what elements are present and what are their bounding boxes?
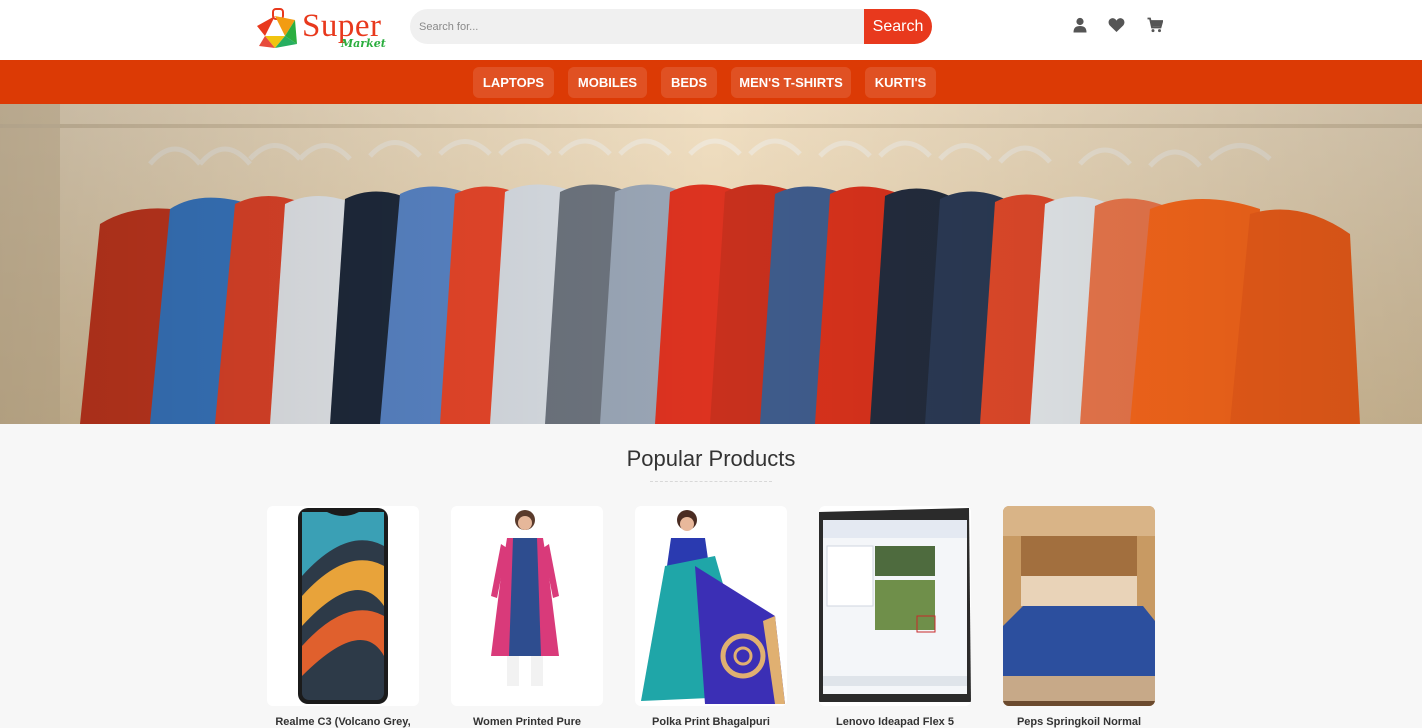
product-title-kurti[interactable]: Women Printed Pure [447, 716, 607, 728]
logo-subtext: Market [341, 37, 386, 50]
logo[interactable]: Super Market [255, 6, 390, 54]
user-icon[interactable] [1073, 17, 1089, 33]
laptop-image [819, 508, 971, 702]
product-title-saree[interactable]: Polka Print Bhagalpuri [631, 716, 791, 728]
search-bar: Search [410, 9, 932, 44]
product-card-bed[interactable] [1003, 506, 1155, 706]
logo-icon [257, 8, 297, 48]
nav-item-laptops[interactable]: LAPTOPS [473, 67, 554, 98]
product-card-saree[interactable] [635, 506, 787, 706]
nav-item-kurtis[interactable]: KURTI'S [865, 67, 936, 98]
clothes-rack-image [0, 104, 1422, 424]
product-card-kurti[interactable] [451, 506, 603, 706]
header: Super Market Search [0, 0, 1422, 60]
product-title-bed[interactable]: Peps Springkoil Normal [999, 716, 1159, 728]
heart-icon[interactable] [1108, 17, 1125, 33]
cart-icon[interactable] [1147, 17, 1163, 33]
saree-image [641, 510, 785, 704]
phone-image [298, 508, 388, 704]
product-title-realme[interactable]: Realme C3 (Volcano Grey, [263, 716, 423, 728]
section-title: Popular Products [626, 446, 796, 471]
product-card-laptop[interactable] [819, 506, 971, 706]
category-nav: LAPTOPS MOBILES BEDS MEN'S T-SHIRTS KURT… [0, 60, 1422, 104]
product-card-realme[interactable] [267, 506, 419, 706]
search-button[interactable]: Search [864, 9, 932, 44]
hero-banner[interactable] [0, 104, 1422, 424]
product-title-laptop[interactable]: Lenovo Ideapad Flex 5 [815, 716, 975, 728]
section-divider [650, 481, 772, 482]
nav-item-mens-tshirts[interactable]: MEN'S T-SHIRTS [731, 67, 851, 98]
kurti-image [491, 510, 559, 686]
nav-item-mobiles[interactable]: MOBILES [568, 67, 647, 98]
nav-item-beds[interactable]: BEDS [661, 67, 717, 98]
search-input[interactable] [410, 9, 870, 44]
bed-image [1003, 506, 1155, 706]
